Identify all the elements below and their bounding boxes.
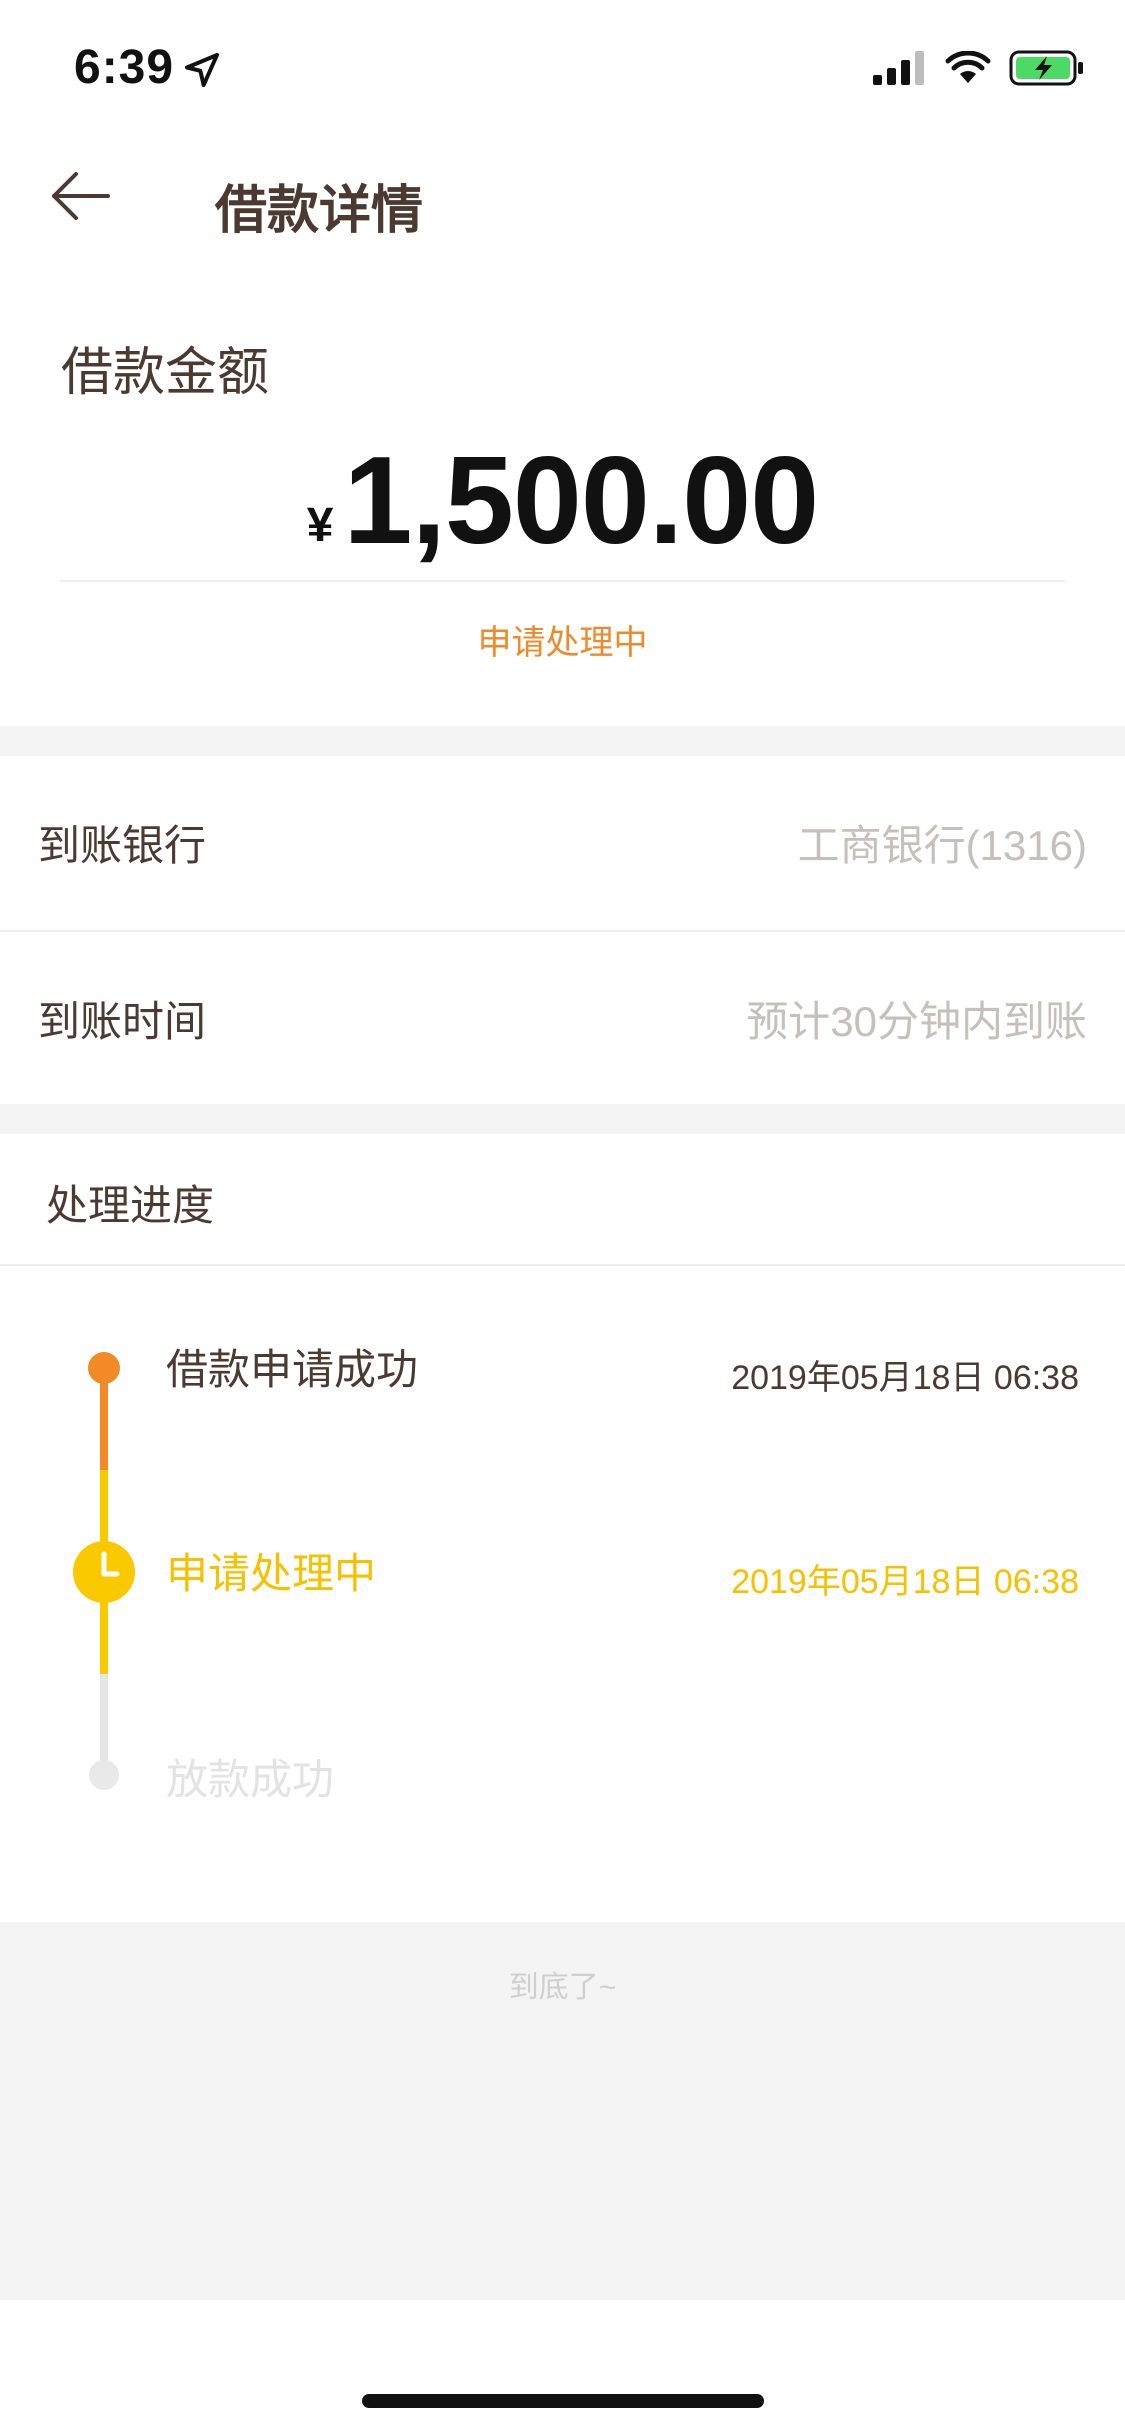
info-row-value: 工商银行(1316) bbox=[797, 821, 1087, 869]
divider bbox=[60, 580, 1065, 582]
amount-label: 借款金额 bbox=[61, 344, 270, 402]
amount-display: ¥1,500.00 bbox=[0, 430, 1125, 572]
page-title: 借款详情 bbox=[215, 182, 424, 240]
location-arrow-icon bbox=[185, 53, 219, 87]
step-pending-dot bbox=[89, 1760, 119, 1790]
divider bbox=[0, 1264, 1125, 1266]
loan-amount: 1,500.00 bbox=[343, 432, 820, 570]
battery-charging-icon bbox=[1009, 50, 1083, 86]
info-row-bank: 到账银行 工商银行(1316) bbox=[0, 756, 1125, 928]
step-time: 2019年05月18日 06:38 bbox=[731, 1359, 1079, 1397]
end-of-list-text: 到底了~ bbox=[508, 1971, 617, 2004]
section-gap bbox=[0, 1104, 1125, 1134]
section-gap bbox=[0, 726, 1125, 756]
back-arrow-icon[interactable] bbox=[46, 160, 118, 232]
info-row-time: 到账时间 预计30分钟内到账 bbox=[0, 932, 1125, 1104]
info-row-value: 预计30分钟内到账 bbox=[746, 997, 1087, 1045]
step-done-dot bbox=[88, 1352, 120, 1384]
step-title: 放款成功 bbox=[166, 1756, 335, 1803]
step-title: 申请处理中 bbox=[166, 1550, 377, 1597]
info-row-label: 到账银行 bbox=[38, 821, 207, 869]
wifi-icon bbox=[945, 51, 991, 83]
clock-icon bbox=[73, 1541, 135, 1603]
status-time: 6:39 bbox=[74, 41, 175, 94]
home-indicator[interactable] bbox=[362, 2394, 764, 2408]
application-status: 申请处理中 bbox=[477, 624, 648, 662]
cellular-signal-icon bbox=[873, 51, 924, 85]
status-icons bbox=[873, 48, 1085, 88]
info-row-label: 到账时间 bbox=[38, 997, 207, 1045]
currency-symbol: ¥ bbox=[306, 499, 334, 552]
step-time: 2019年05月18日 06:38 bbox=[731, 1563, 1079, 1601]
progress-section-title: 处理进度 bbox=[46, 1182, 215, 1229]
step-title: 借款申请成功 bbox=[166, 1346, 419, 1393]
